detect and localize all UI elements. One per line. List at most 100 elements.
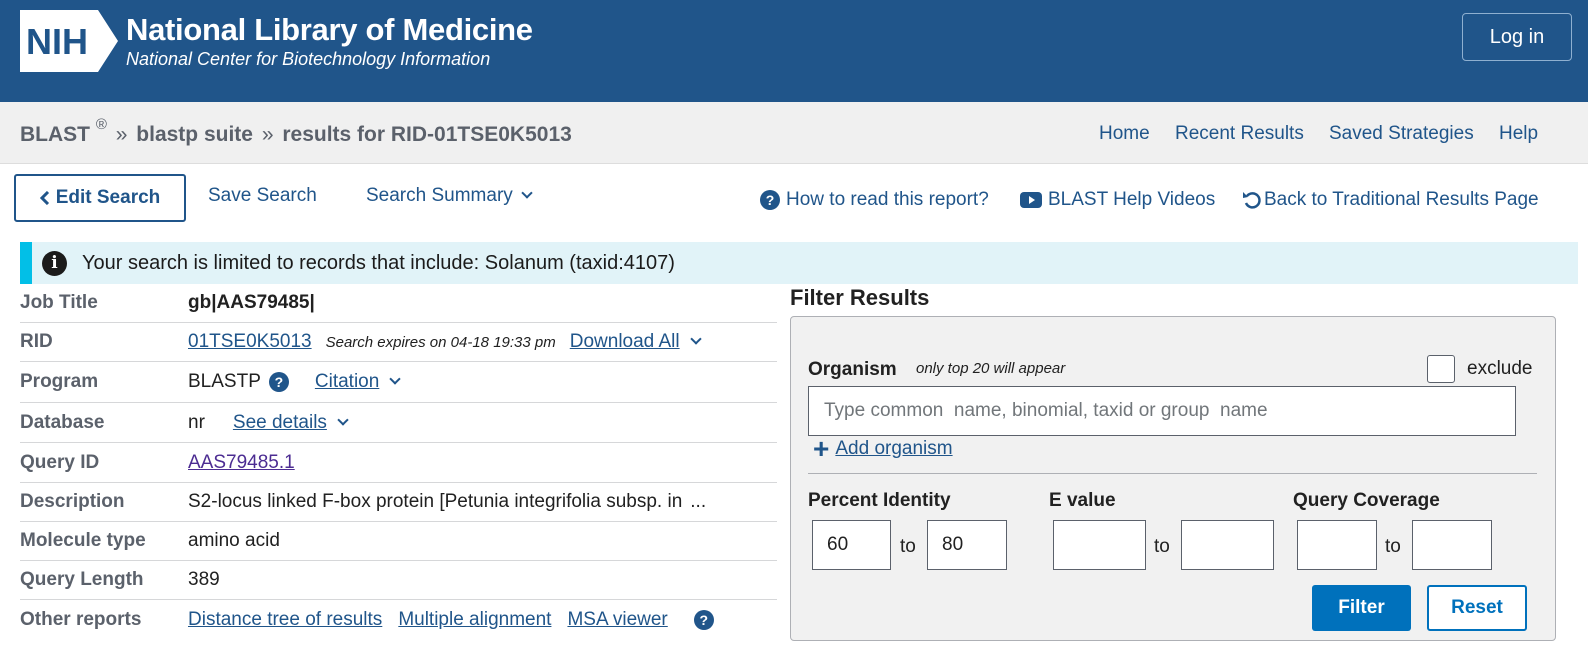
question-icon[interactable]: ?: [268, 372, 289, 392]
question-icon: ?: [760, 190, 780, 210]
help-videos-label: BLAST Help Videos: [1048, 189, 1216, 210]
evalue-from-input[interactable]: [1053, 520, 1146, 570]
chevron-down-icon: [521, 187, 533, 199]
how-to-read-label: How to read this report?: [786, 189, 989, 210]
nav-home[interactable]: Home: [1099, 123, 1150, 145]
edit-search-button[interactable]: Edit Search: [14, 174, 186, 222]
query-id-row: Query ID AAS79485.1: [20, 443, 777, 483]
question-icon[interactable]: ?: [693, 609, 714, 630]
other-reports-row: Other reports Distance tree of results M…: [20, 600, 777, 639]
chevron-down-icon[interactable]: [389, 373, 401, 385]
job-title-label: Job Title: [20, 292, 98, 313]
other-reports-label: Other reports: [20, 608, 142, 630]
save-search-label: Save Search: [208, 185, 317, 206]
banner-text: Your search is limited to records that i…: [82, 251, 675, 274]
nav-recent-results[interactable]: Recent Results: [1175, 123, 1304, 145]
help-videos-link[interactable]: BLAST Help Videos: [1020, 189, 1215, 211]
to-label: to: [900, 536, 916, 557]
query-coverage-from-input[interactable]: [1297, 520, 1377, 570]
percent-identity-label: Percent Identity: [808, 490, 951, 511]
reset-button[interactable]: Reset: [1427, 585, 1527, 631]
breadcrumb: BLAST ® » blastp suite » results for RID…: [20, 116, 572, 147]
chevron-down-icon[interactable]: [337, 413, 349, 426]
to-label: to: [1154, 536, 1170, 557]
description-expand[interactable]: ...: [690, 491, 706, 513]
query-id-link[interactable]: AAS79485.1: [188, 452, 295, 474]
description-value: S2-locus linked F-box protein [Petunia i…: [188, 491, 683, 512]
citation-dropdown[interactable]: Citation: [315, 371, 379, 393]
query-id-group: AAS79485.1: [188, 452, 295, 474]
query-length-label: Query Length: [20, 569, 144, 590]
molecule-type-label: Molecule type: [20, 530, 146, 551]
evalue-label: E value: [1049, 490, 1116, 511]
breadcrumb-separator: »: [115, 123, 128, 146]
breadcrumb-current: results for RID-01TSE0K5013: [282, 123, 572, 146]
back-traditional-link[interactable]: Back to Traditional Results Page: [1242, 189, 1539, 211]
molecule-type-row: Molecule type amino acid: [20, 522, 777, 561]
database-value: nr: [188, 411, 205, 433]
organism-note: only top 20 will appear: [916, 360, 1066, 377]
query-length-value: 389: [188, 569, 220, 590]
plus-icon: +: [813, 433, 830, 464]
how-to-read-link[interactable]: ? How to read this report?: [760, 189, 989, 211]
distance-tree-link[interactable]: Distance tree of results: [188, 609, 382, 631]
chevron-down-icon[interactable]: [689, 333, 702, 345]
program-label: Program: [20, 371, 99, 392]
description-label: Description: [20, 491, 125, 512]
nih-logo-text: NIH: [26, 21, 88, 62]
query-coverage-to-input[interactable]: [1412, 520, 1492, 570]
search-summary-dropdown[interactable]: Search Summary: [366, 185, 533, 207]
evalue-to-input[interactable]: [1181, 520, 1274, 570]
query-id-label: Query ID: [20, 451, 100, 473]
add-organism-link[interactable]: + Add organism: [813, 435, 953, 463]
exclude-label: exclude: [1467, 358, 1533, 379]
program-value: BLASTP: [188, 371, 261, 392]
nlm-title[interactable]: National Library of Medicine: [126, 12, 533, 48]
chevron-left-icon: [39, 191, 49, 205]
description-group: S2-locus linked F-box protein [Petunia i…: [188, 491, 706, 513]
query-coverage-label: Query Coverage: [1293, 490, 1440, 511]
breadcrumb-suite[interactable]: blastp suite: [136, 123, 253, 146]
nav-help[interactable]: Help: [1499, 123, 1538, 145]
download-all-dropdown[interactable]: Download All: [570, 331, 680, 353]
exclude-checkbox[interactable]: [1427, 355, 1455, 383]
percent-identity-from-input[interactable]: [812, 520, 891, 570]
msa-viewer-link[interactable]: MSA viewer: [567, 609, 667, 631]
filter-divider: [808, 473, 1537, 474]
nlm-header: NIH National Library of Medicine Nationa…: [0, 0, 1588, 102]
breadcrumb-separator: »: [261, 123, 274, 146]
molecule-type-value: amino acid: [188, 530, 280, 551]
database-value-group: nr See details: [188, 411, 349, 434]
to-label: to: [1385, 536, 1401, 557]
back-traditional-label: Back to Traditional Results Page: [1264, 189, 1539, 210]
multiple-alignment-link[interactable]: Multiple alignment: [398, 609, 551, 631]
job-title-row: Job Title gb|AAS79485|: [20, 284, 777, 323]
nav-saved-strategies[interactable]: Saved Strategies: [1329, 123, 1474, 145]
ncbi-subtitle[interactable]: National Center for Biotechnology Inform…: [126, 49, 490, 70]
rid-value-group: 01TSE0K5013 Search expires on 04-18 19:3…: [188, 331, 702, 353]
undo-icon: [1243, 192, 1261, 209]
breadcrumb-bar: BLAST ® » blastp suite » results for RID…: [0, 102, 1588, 164]
see-details-dropdown[interactable]: See details: [233, 412, 327, 434]
percent-identity-to-input[interactable]: [927, 520, 1007, 570]
organism-label: Organism: [808, 359, 897, 380]
rid-link[interactable]: 01TSE0K5013: [188, 331, 312, 353]
info-icon: i: [42, 250, 67, 276]
program-row: Program BLASTP ? Citation: [20, 362, 777, 403]
search-summary-label: Search Summary: [366, 185, 513, 206]
filter-button[interactable]: Filter: [1312, 585, 1411, 631]
filter-panel: Organism only top 20 will appear exclude…: [790, 316, 1556, 641]
organism-input[interactable]: [808, 386, 1516, 436]
rid-expiry: Search expires on 04-18 19:33 pm: [325, 333, 556, 351]
program-value-group: BLASTP ? Citation: [188, 371, 401, 393]
breadcrumb-blast[interactable]: BLAST: [20, 123, 90, 146]
login-button[interactable]: Log in: [1462, 13, 1572, 61]
query-length-row: Query Length 389: [20, 561, 777, 600]
save-search-link[interactable]: Save Search: [208, 185, 317, 207]
description-row: Description S2-locus linked F-box protei…: [20, 483, 777, 522]
youtube-icon: [1020, 192, 1042, 208]
nih-logo[interactable]: NIH: [20, 10, 118, 72]
database-label: Database: [20, 411, 105, 433]
rid-label: RID: [20, 331, 53, 352]
rid-row: RID 01TSE0K5013 Search expires on 04-18 …: [20, 323, 777, 362]
